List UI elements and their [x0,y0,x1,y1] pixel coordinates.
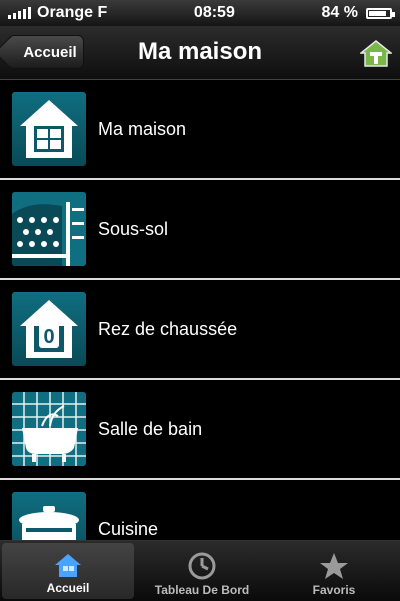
tab-favoris[interactable]: Favoris [268,541,400,601]
home-button-icon[interactable] [360,39,392,67]
clock-time: 08:59 [193,4,235,21]
ground-floor-icon: 0 [12,292,86,366]
svg-text:0: 0 [43,326,54,348]
carrier-name: Orange F [37,4,108,21]
battery-icon [366,7,395,19]
list-item-cuisine[interactable]: Cuisine [0,480,400,540]
list-item-rez-de-chaussee[interactable]: 0 Rez de chaussée [0,280,400,380]
bathroom-icon [12,392,86,466]
battery-percent: 84 % [321,4,358,21]
tab-label: Accueil [46,581,90,595]
list-item-label: Salle de bain [98,418,203,439]
navigation-bar: Accueil Ma maison [0,26,400,80]
list-item-label: Cuisine [98,518,159,539]
list-item-label: Ma maison [98,118,187,139]
tab-label: Favoris [312,583,356,597]
basement-icon [12,192,86,266]
battery-group: 84 % [321,4,395,22]
tab-label: Tableau De Bord [154,583,250,597]
house-icon [12,92,86,166]
back-button-label: Accueil [23,43,77,61]
tab-bar: Accueil Tableau De Bord Favoris [0,540,400,601]
list-item-label: Sous-sol [98,218,169,239]
status-bar: Orange F 08:59 84 % [0,0,400,26]
clock-icon [188,552,216,580]
list-item-ma-maison[interactable]: Ma maison [0,80,400,180]
signal-icon [8,7,31,19]
list-item-sous-sol[interactable]: Sous-sol [0,180,400,280]
back-button[interactable]: Accueil [8,35,84,69]
list-item-salle-de-bain[interactable]: Salle de bain [0,380,400,480]
carrier-group: Orange F [8,4,107,22]
home-icon [55,554,81,577]
tab-tableau-de-bord[interactable]: Tableau De Bord [136,541,268,601]
list-item-label: Rez de chaussée [98,318,238,339]
kitchen-icon [12,492,86,540]
room-list: Ma maison Sous-sol 0 Rez de chaussée Sal… [0,80,400,540]
tab-accueil[interactable]: Accueil [2,543,134,599]
star-icon [320,553,348,579]
